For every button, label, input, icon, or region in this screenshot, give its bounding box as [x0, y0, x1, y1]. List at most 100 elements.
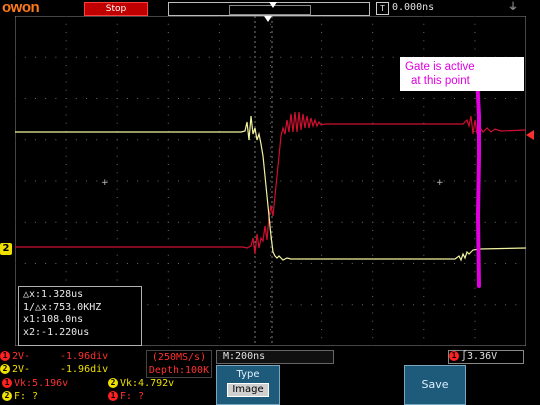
grid-dot	[178, 98, 180, 99]
ch1-badge: 1	[0, 351, 10, 361]
grid-dot	[116, 40, 118, 42]
grid-dot	[218, 254, 220, 256]
save-button[interactable]: Save	[404, 365, 466, 405]
grid-dot	[321, 32, 323, 33]
grid-dot	[116, 271, 118, 273]
ch2-ground-marker[interactable]: 2	[0, 243, 12, 255]
grid-dot	[270, 345, 271, 346]
grid-dot	[55, 263, 57, 264]
grid-dot	[218, 329, 220, 330]
grid-dot	[167, 230, 169, 231]
grid-dot	[453, 98, 455, 99]
grid-dot	[423, 279, 425, 281]
save-type-menu-button[interactable]: Type Image	[216, 365, 280, 405]
ch2-status-row[interactable]: 2 2V- -1.96div	[0, 364, 142, 376]
grid-dot	[270, 56, 271, 58]
grid-dot	[96, 56, 98, 58]
grid-dot	[218, 320, 220, 322]
memory-position-bar[interactable]	[168, 2, 370, 16]
run-stop-status[interactable]: Stop	[84, 2, 148, 16]
grid-dot	[372, 279, 374, 281]
grid-dot	[515, 180, 517, 182]
trigger-readout[interactable]: 1 ∫3.36V	[448, 350, 524, 364]
grid-dot	[45, 221, 47, 223]
grid-dot	[321, 16, 323, 17]
grid-dot	[423, 221, 425, 223]
grid-dot	[218, 164, 220, 165]
grid-dot	[86, 221, 88, 223]
grid-dot	[423, 312, 425, 314]
grid-dot	[402, 221, 404, 223]
grid-dot	[372, 172, 374, 174]
grid-dot	[310, 304, 312, 306]
grid-dot	[321, 56, 323, 58]
grid-dot	[321, 279, 323, 281]
timebase-readout[interactable]: M:200ns	[216, 350, 334, 364]
grid-dot	[382, 304, 384, 306]
grid-dot	[270, 40, 271, 42]
grid-dot	[321, 188, 323, 190]
grid-dot	[464, 221, 466, 223]
grid-dot	[505, 180, 507, 182]
grid-dot	[126, 56, 128, 58]
grid-dot	[351, 56, 353, 58]
grid-dot	[413, 98, 415, 99]
grid-dot	[96, 180, 98, 182]
grid-dot	[361, 56, 363, 58]
grid-dot	[280, 263, 282, 264]
grid-dot	[270, 287, 271, 289]
grid-dot	[167, 304, 169, 306]
grid-dot	[218, 147, 220, 149]
grid-dot	[372, 147, 374, 149]
grid-dot	[484, 180, 486, 182]
grid-dot	[464, 139, 466, 141]
ch1-status-row[interactable]: 1 2V- -1.96div	[0, 351, 142, 363]
grid-dot	[413, 139, 415, 141]
grid-dot	[218, 180, 220, 182]
grid-dot	[270, 263, 271, 264]
grid-dot	[167, 180, 169, 182]
grid-dot	[116, 147, 118, 149]
grid-dot	[372, 23, 374, 25]
grid-dot	[321, 205, 323, 207]
grid-dot	[372, 263, 374, 264]
grid-dot	[167, 337, 169, 339]
grid-dot	[167, 164, 169, 165]
grid-dot	[464, 263, 466, 264]
grid-dot	[372, 312, 374, 314]
grid-dot	[65, 23, 67, 25]
grid-dot	[300, 304, 302, 306]
grid-dot	[65, 230, 67, 231]
grid-dot	[270, 48, 271, 50]
grid-dot	[167, 81, 169, 83]
grid-dot	[331, 263, 333, 264]
grid-dot	[65, 65, 67, 66]
grid-dot	[167, 197, 169, 198]
grid-dot	[65, 122, 67, 124]
grid-dot	[372, 65, 374, 66]
grid-dot	[423, 337, 425, 339]
grid-dot	[290, 98, 292, 99]
grid-dot	[116, 155, 118, 157]
grid-dot	[157, 180, 159, 182]
grid-dot	[167, 221, 169, 223]
grid-dot	[361, 263, 363, 264]
grid-dot	[494, 263, 496, 264]
trigger-level-marker[interactable]	[526, 130, 534, 140]
grid-dot	[453, 304, 455, 306]
grid-dot	[372, 205, 374, 207]
grid-dot	[259, 98, 261, 99]
grid-dot	[474, 345, 476, 346]
grid-dot	[167, 122, 169, 124]
ch2-vk: Vk:4.792v	[120, 378, 175, 389]
grid-dot	[178, 139, 180, 141]
grid-dot	[239, 221, 241, 223]
grid-dot	[392, 221, 394, 223]
grid-dot	[249, 56, 251, 58]
grid-dot	[321, 304, 323, 306]
grid-dot	[65, 40, 67, 42]
grid-dot	[270, 197, 271, 198]
ch2-frequency: F: ?	[14, 391, 39, 402]
grid-dot	[270, 89, 271, 91]
grid-dot	[106, 98, 108, 99]
